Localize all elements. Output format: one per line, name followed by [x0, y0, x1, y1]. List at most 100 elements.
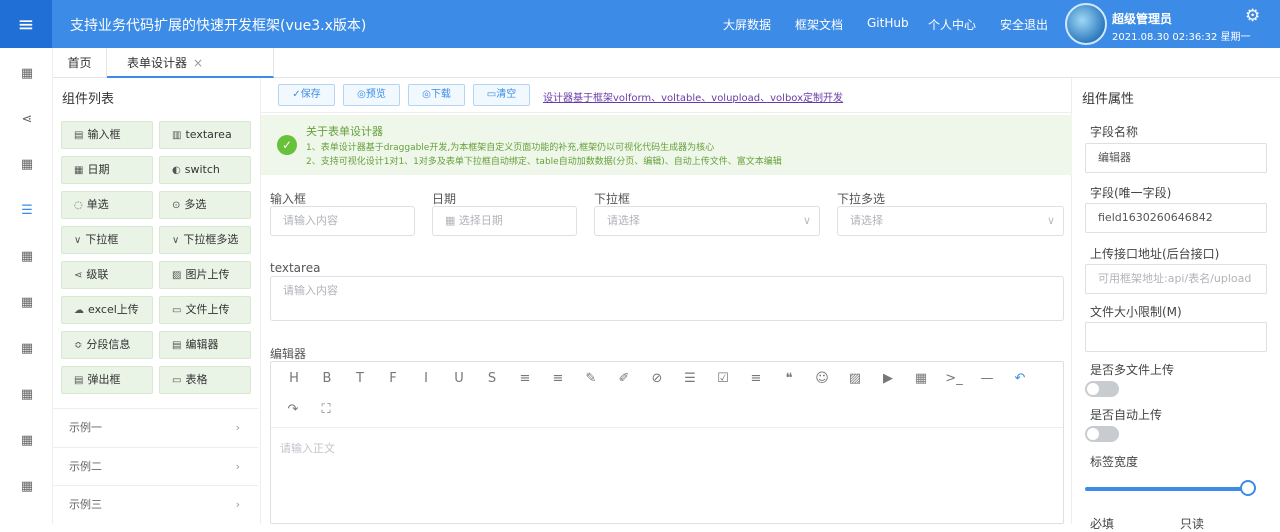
- apps-icon[interactable]: ▦: [18, 341, 36, 356]
- divider-icon[interactable]: —: [978, 371, 996, 386]
- apps-icon[interactable]: ▦: [18, 433, 36, 448]
- tab-home[interactable]: 首页: [53, 48, 107, 78]
- sliders-icon[interactable]: ☰: [18, 203, 36, 218]
- prop-label: 字段(唯一字段): [1090, 186, 1172, 200]
- redo-icon[interactable]: ↷: [284, 402, 302, 417]
- share-icon[interactable]: ⋖: [18, 112, 36, 127]
- field-label: 下拉框: [594, 192, 631, 206]
- list-icon[interactable]: ☰: [681, 371, 699, 386]
- menu-icon[interactable]: ≡: [0, 0, 52, 48]
- designer-toolbar: ✓保存 ◎预览 ◎下载 ▭清空 设计器基于框架volform、voltable、…: [261, 78, 1073, 113]
- prop-label: 上传接口地址(后台接口): [1090, 247, 1220, 261]
- comp-table[interactable]: ▭ 表格: [159, 366, 251, 394]
- designer-info-link[interactable]: 设计器基于框架volform、voltable、volupload、volbox…: [543, 89, 843, 104]
- emoji-icon[interactable]: ☺: [813, 371, 831, 386]
- field-input[interactable]: field1630260646842: [1085, 203, 1267, 233]
- comp-select[interactable]: ∨ 下拉框: [61, 226, 153, 254]
- multi-file-toggle[interactable]: [1085, 381, 1119, 397]
- select-field[interactable]: 请选择 ∨: [594, 206, 820, 236]
- comp-radio[interactable]: ◌ 单选: [61, 191, 153, 219]
- apps-icon[interactable]: ▦: [18, 387, 36, 402]
- code-icon[interactable]: >_: [945, 371, 963, 386]
- component-panel: 组件列表 ▤ 输入框 ▥ textarea ▦ 日期 ◐ switch ◌ 单选 ⊙ 多选 …: [53, 78, 260, 524]
- bold-icon[interactable]: B: [318, 371, 336, 386]
- date-field[interactable]: ▦ 选择日期: [432, 206, 577, 236]
- line-height-icon[interactable]: ≡: [549, 371, 567, 386]
- undo-icon[interactable]: ↶: [1011, 371, 1029, 386]
- clear-button[interactable]: ▭清空: [473, 84, 530, 106]
- comp-file-upload[interactable]: ▭ 文件上传: [159, 296, 251, 324]
- tab-label: 表单设计器: [127, 56, 188, 70]
- apps-icon[interactable]: ▦: [18, 249, 36, 264]
- nav-github[interactable]: GitHub: [867, 16, 909, 30]
- comp-editor[interactable]: ▤ 编辑器: [159, 331, 251, 359]
- bg-color-icon[interactable]: ✐: [615, 371, 633, 386]
- label-width-slider[interactable]: [1085, 487, 1248, 491]
- heading-icon[interactable]: H: [285, 371, 303, 386]
- download-button[interactable]: ◎下载: [408, 84, 465, 106]
- font-family-icon[interactable]: F: [384, 371, 402, 386]
- field-name-input[interactable]: 编辑器: [1085, 143, 1267, 173]
- preview-button[interactable]: ◎预览: [343, 84, 400, 106]
- example-item[interactable]: 示例一 ›: [53, 408, 258, 446]
- close-icon[interactable]: ×: [193, 56, 203, 70]
- tab-form-designer[interactable]: 表单设计器 ×: [107, 48, 274, 78]
- link-icon[interactable]: ⊘: [648, 371, 666, 386]
- input-field[interactable]: 请输入内容: [270, 206, 415, 236]
- indent-icon[interactable]: ≡: [516, 371, 534, 386]
- nav-logout[interactable]: 安全退出: [1000, 16, 1048, 33]
- comp-switch[interactable]: ◐ switch: [159, 156, 251, 184]
- upload-url-input[interactable]: 可用框架地址:api/表名/upload: [1085, 264, 1267, 294]
- grid-icon[interactable]: ▦: [18, 66, 36, 81]
- example-item[interactable]: 示例二 ›: [53, 447, 258, 485]
- apps-icon[interactable]: ▦: [18, 479, 36, 494]
- editor-placeholder: 请输入正文: [280, 442, 335, 455]
- comp-input[interactable]: ▤ 输入框: [61, 121, 153, 149]
- save-button[interactable]: ✓保存: [278, 84, 335, 106]
- fullscreen-icon[interactable]: ⛶: [317, 402, 335, 417]
- align-icon[interactable]: ≡: [747, 371, 765, 386]
- prop-label: 是否自动上传: [1090, 408, 1163, 422]
- panel-title: 组件属性: [1082, 92, 1135, 107]
- prop-label: 文件大小限制(M): [1090, 305, 1182, 319]
- comp-section[interactable]: ≎ 分段信息: [61, 331, 153, 359]
- apps-icon[interactable]: ▦: [18, 157, 36, 172]
- avatar[interactable]: [1065, 3, 1107, 45]
- auto-upload-toggle[interactable]: [1085, 426, 1119, 442]
- multiselect-field[interactable]: 请选择 ∨: [837, 206, 1064, 236]
- quote-icon[interactable]: ❝: [780, 371, 798, 386]
- comp-date[interactable]: ▦ 日期: [61, 156, 153, 184]
- comp-excel-upload[interactable]: ☁ excel上传: [61, 296, 153, 324]
- radio-icon: ◌: [74, 200, 83, 211]
- switch-icon: ◐: [172, 165, 181, 176]
- video-icon[interactable]: ▶: [879, 371, 897, 386]
- nav-docs[interactable]: 框架文档: [795, 16, 843, 33]
- size-limit-input[interactable]: [1085, 322, 1267, 352]
- table-icon[interactable]: ▦: [912, 371, 930, 386]
- italic-icon[interactable]: I: [417, 371, 435, 386]
- font-size-icon[interactable]: T: [351, 371, 369, 386]
- editor-icon: ▤: [172, 340, 182, 351]
- nav-profile[interactable]: 个人中心: [928, 16, 976, 33]
- tab-bar: 首页 表单设计器 ×: [53, 48, 1280, 78]
- apps-icon[interactable]: ▦: [18, 295, 36, 310]
- comp-textarea[interactable]: ▥ textarea: [159, 121, 251, 149]
- chevron-down-icon: ∨: [802, 214, 811, 227]
- comp-checkbox[interactable]: ⊙ 多选: [159, 191, 251, 219]
- font-color-icon[interactable]: ✎: [582, 371, 600, 386]
- textarea-field[interactable]: 请输入内容: [270, 276, 1064, 321]
- todo-icon[interactable]: ☑: [714, 371, 732, 386]
- strikethrough-icon[interactable]: S: [483, 371, 501, 386]
- slider-handle[interactable]: [1240, 480, 1256, 496]
- comp-dialog[interactable]: ▤ 弹出框: [61, 366, 153, 394]
- comp-cascader[interactable]: ⋖ 级联: [61, 261, 153, 289]
- chevron-right-icon: ›: [235, 460, 240, 473]
- example-item[interactable]: 示例三 ›: [53, 485, 258, 523]
- rich-text-editor[interactable]: H B T F I U S ≡ ≡ ✎ ✐ ⊘ ☰ ☑ ≡ ❝ ☺ ▨ ▶ ▦ …: [270, 361, 1064, 524]
- comp-multiselect[interactable]: ∨ 下拉框多选: [159, 226, 251, 254]
- underline-icon[interactable]: U: [450, 371, 468, 386]
- comp-image-upload[interactable]: ▨ 图片上传: [159, 261, 251, 289]
- gear-icon[interactable]: ⚙: [1245, 6, 1260, 26]
- image-icon[interactable]: ▨: [846, 371, 864, 386]
- nav-screen-data[interactable]: 大屏数据: [723, 16, 771, 33]
